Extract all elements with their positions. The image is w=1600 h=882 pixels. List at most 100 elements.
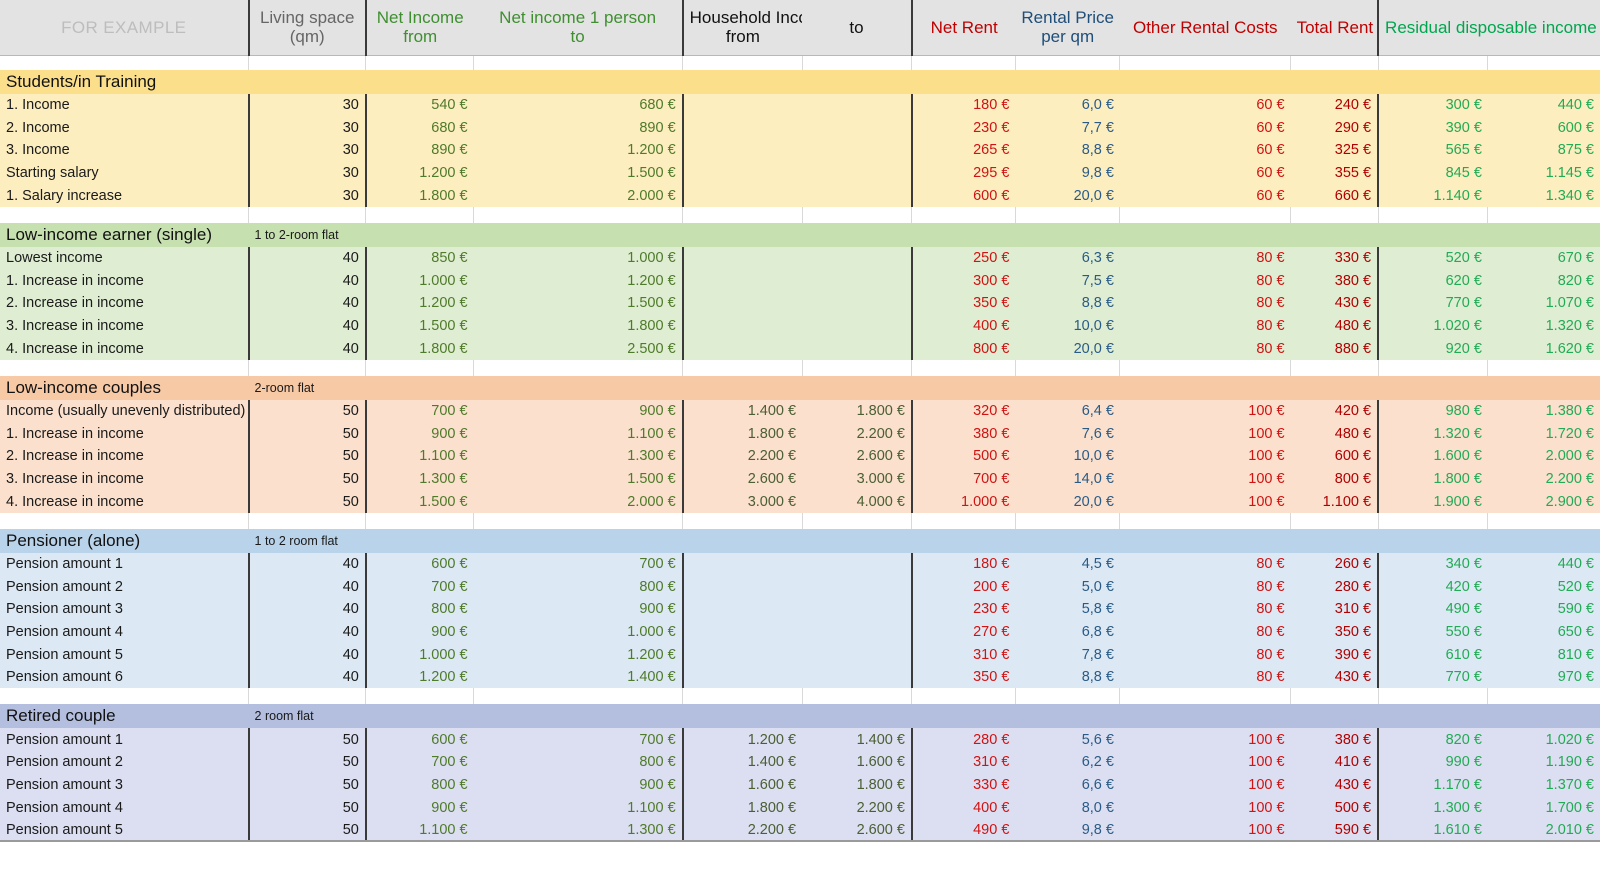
cell-space[interactable]: 50 (248, 445, 367, 468)
cell-res-from[interactable]: 300 € (1378, 94, 1488, 117)
cell-hh-to[interactable] (802, 184, 913, 207)
cell-res-from[interactable]: 620 € (1378, 269, 1488, 293)
cell-net-to[interactable]: 1.500 € (473, 161, 684, 185)
table-row[interactable]: Pension amount 3 50 800 €900 €1.600 €1.800… (0, 773, 1600, 797)
table-row[interactable]: Pension amount 6 40 1.200 €1.400 € 350 €8,8… (0, 665, 1600, 689)
table-row[interactable]: 3. Increase in income 40 1.500 €1.800 € 400… (0, 314, 1600, 338)
cell-hh-to[interactable] (802, 139, 913, 162)
table-row[interactable]: Income (usually unevenly distributed) 50 7… (0, 399, 1600, 423)
cell-label[interactable]: Pension amount 2 (0, 575, 250, 599)
cell-label[interactable]: 1. Income (0, 94, 250, 117)
cell-res-from[interactable]: 550 € (1378, 620, 1488, 644)
table-row[interactable]: 1. Increase in income 50 900 €1.100 €1.800… (0, 422, 1600, 446)
cell-res-to[interactable]: 875 € (1487, 139, 1600, 162)
cell-hh-from[interactable]: 2.200 € (682, 445, 803, 468)
cell-hh-to[interactable] (802, 269, 913, 293)
cell-space[interactable]: 50 (248, 728, 367, 752)
table-row[interactable]: 2. Increase in income 50 1.100 €1.300 €2.2… (0, 445, 1600, 468)
cell-price[interactable]: 6,2 € (1015, 751, 1120, 774)
cell-net-rent[interactable]: 490 € (911, 818, 1016, 843)
table-row[interactable]: Pension amount 4 50 900 €1.100 €1.800 €2.2… (0, 796, 1600, 819)
cell-res-to[interactable]: 820 € (1487, 269, 1600, 293)
cell-space[interactable]: 30 (248, 161, 367, 185)
cell-res-to[interactable]: 1.700 € (1487, 796, 1600, 819)
cell-net-from[interactable]: 850 € (365, 246, 474, 270)
cell-res-from[interactable]: 1.170 € (1378, 773, 1488, 797)
cell-space[interactable]: 40 (248, 337, 367, 360)
cell-net-rent[interactable]: 350 € (911, 665, 1016, 689)
cell-net-to[interactable]: 1.300 € (473, 818, 684, 843)
cell-total[interactable]: 280 € (1290, 575, 1380, 599)
cell-net-to[interactable]: 1.100 € (473, 796, 684, 819)
table-row[interactable]: Pension amount 1 40 600 €700 € 180 €4,5 €80… (0, 552, 1600, 576)
cell-net-rent[interactable]: 350 € (911, 292, 1016, 315)
cell-label[interactable]: Pension amount 1 (0, 728, 250, 752)
cell-hh-to[interactable] (802, 620, 913, 644)
cell-hh-from[interactable] (682, 575, 803, 599)
cell-res-to[interactable]: 2.200 € (1487, 467, 1600, 491)
cell-other[interactable]: 80 € (1119, 552, 1291, 576)
cell-net-from[interactable]: 1.300 € (365, 467, 474, 491)
cell-label[interactable]: 2. Income (0, 116, 250, 140)
cell-price[interactable]: 5,8 € (1015, 598, 1120, 621)
cell-space[interactable]: 40 (248, 598, 367, 621)
cell-other[interactable]: 60 € (1119, 161, 1291, 185)
cell-res-from[interactable]: 820 € (1378, 728, 1488, 752)
table-row[interactable]: Pension amount 5 50 1.100 €1.300 €2.200 €2… (0, 818, 1600, 843)
cell-net-to[interactable]: 1.300 € (473, 445, 684, 468)
cell-label[interactable]: 1. Salary increase (0, 184, 250, 207)
cell-hh-to[interactable]: 1.800 € (802, 399, 913, 423)
cell-hh-from[interactable] (682, 94, 803, 117)
cell-other[interactable]: 100 € (1119, 796, 1291, 819)
cell-res-to[interactable]: 1.070 € (1487, 292, 1600, 315)
cell-res-to[interactable]: 810 € (1487, 643, 1600, 666)
cell-res-from[interactable]: 845 € (1378, 161, 1488, 185)
cell-net-to[interactable]: 1.400 € (473, 665, 684, 689)
cell-other[interactable]: 100 € (1119, 445, 1291, 468)
cell-net-to[interactable]: 2.000 € (473, 490, 684, 513)
cell-total[interactable]: 430 € (1290, 773, 1380, 797)
cell-label[interactable]: Lowest income (0, 246, 250, 270)
cell-res-from[interactable]: 1.140 € (1378, 184, 1488, 207)
cell-net-to[interactable]: 680 € (473, 94, 684, 117)
cell-total[interactable]: 380 € (1290, 728, 1380, 752)
cell-total[interactable]: 660 € (1290, 184, 1380, 207)
cell-label[interactable]: Starting salary (0, 161, 250, 185)
cell-hh-from[interactable] (682, 643, 803, 666)
cell-hh-from[interactable]: 1.400 € (682, 751, 803, 774)
cell-net-rent[interactable]: 250 € (911, 246, 1016, 270)
cell-res-to[interactable]: 1.620 € (1487, 337, 1600, 360)
cell-res-from[interactable]: 1.320 € (1378, 422, 1488, 446)
cell-label[interactable]: 4. Increase in income (0, 490, 250, 513)
cell-res-from[interactable]: 1.900 € (1378, 490, 1488, 513)
cell-other[interactable]: 60 € (1119, 116, 1291, 140)
cell-label[interactable]: Pension amount 5 (0, 643, 250, 666)
cell-hh-to[interactable] (802, 94, 913, 117)
cell-space[interactable]: 30 (248, 116, 367, 140)
cell-net-rent[interactable]: 600 € (911, 184, 1016, 207)
cell-total[interactable]: 480 € (1290, 314, 1380, 338)
cell-hh-to[interactable] (802, 246, 913, 270)
cell-price[interactable]: 20,0 € (1015, 337, 1120, 360)
cell-net-rent[interactable]: 700 € (911, 467, 1016, 491)
cell-space[interactable]: 40 (248, 246, 367, 270)
cell-other[interactable]: 100 € (1119, 399, 1291, 423)
cell-hh-from[interactable]: 1.800 € (682, 796, 803, 819)
cell-net-rent[interactable]: 500 € (911, 445, 1016, 468)
cell-price[interactable]: 6,3 € (1015, 246, 1120, 270)
cell-other[interactable]: 100 € (1119, 818, 1291, 843)
cell-net-to[interactable]: 1.200 € (473, 643, 684, 666)
cell-price[interactable]: 20,0 € (1015, 184, 1120, 207)
table-row[interactable]: 1. Income 30 540 €680 € 180 €6,0 €60 €240 €… (0, 94, 1600, 117)
cell-net-to[interactable]: 900 € (473, 773, 684, 797)
cell-label[interactable]: 3. Income (0, 139, 250, 162)
cell-other[interactable]: 100 € (1119, 728, 1291, 752)
cell-net-rent[interactable]: 310 € (911, 751, 1016, 774)
cell-space[interactable]: 40 (248, 575, 367, 599)
cell-res-from[interactable]: 610 € (1378, 643, 1488, 666)
cell-label[interactable]: 1. Increase in income (0, 269, 250, 293)
cell-other[interactable]: 80 € (1119, 665, 1291, 689)
cell-net-to[interactable]: 890 € (473, 116, 684, 140)
cell-hh-from[interactable] (682, 246, 803, 270)
cell-hh-to[interactable]: 1.400 € (802, 728, 913, 752)
